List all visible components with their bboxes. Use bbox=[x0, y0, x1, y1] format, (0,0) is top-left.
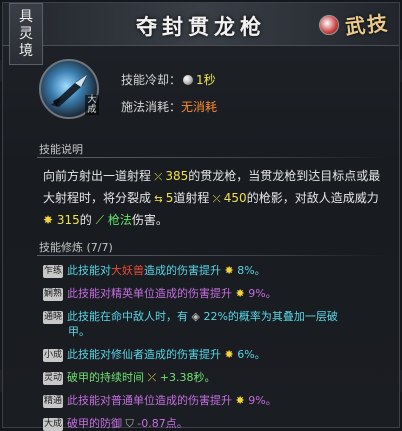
power-icon: ✸ bbox=[43, 213, 57, 227]
cost-value: 无消耗 bbox=[181, 100, 218, 114]
desc-damage-type: 枪法 bbox=[107, 213, 132, 227]
chance-icon: ◈ bbox=[188, 310, 204, 323]
desc-value-range2: 450 bbox=[223, 191, 247, 205]
skill-description: 向前方射出一道射程 ⤫ 385的贯龙枪，当贯龙枪到达目标点或最大射程时，将分裂成… bbox=[43, 166, 389, 231]
title-bar: 夺封贯龙枪 武技 bbox=[3, 3, 399, 46]
realm-tag-char: 具 bbox=[19, 9, 33, 25]
mod-tag: 精通 bbox=[43, 395, 63, 408]
skill-tooltip: 夺封贯龙枪 武技 具 灵 境 大成 技能冷却： 1秒 施法消耗：无消耗 技能说明 … bbox=[2, 2, 400, 431]
mod-row: 大成 破甲的防御 ⛉ -0.87点。 bbox=[43, 416, 188, 431]
desc-text: 向前方射出一道射程 bbox=[43, 169, 152, 183]
desc-value-range: 385 bbox=[165, 169, 189, 183]
mod-value: 9%。 bbox=[248, 287, 277, 300]
divider bbox=[37, 255, 387, 256]
range-icon: ⤫ bbox=[151, 172, 166, 183]
mod-value: 6%。 bbox=[237, 348, 266, 361]
skill-type-label: 武技 bbox=[344, 10, 391, 40]
mod-text: 此技能对 bbox=[67, 264, 111, 277]
realm-tag-char: 境 bbox=[19, 43, 33, 59]
mod-text: 破甲的防御 bbox=[67, 417, 122, 430]
cost-row: 施法消耗：无消耗 bbox=[121, 98, 217, 115]
mod-tag: 娴熟 bbox=[43, 288, 63, 301]
spear-type-icon: ⟋ bbox=[91, 213, 108, 227]
mod-row: 乍练 此技能对大妖兽造成的伤害提升 ✸ 8%。 bbox=[43, 263, 266, 278]
cooldown-row: 技能冷却： 1秒 bbox=[121, 71, 216, 88]
count-icon: ⇆ bbox=[151, 194, 166, 205]
realm-tag-char: 灵 bbox=[19, 26, 33, 42]
mod-row: 灵动 破甲的持续时间 ⤫ +3.38秒。 bbox=[43, 370, 216, 385]
wuji-emblem-icon bbox=[319, 15, 339, 35]
desc-text: 道射程 bbox=[173, 191, 210, 205]
mod-row: 精通 此技能对普通单位造成的伤害提升 ✸ 9%。 bbox=[43, 393, 277, 408]
mod-value: -0.87点。 bbox=[137, 417, 188, 430]
mod-tag: 通晓 bbox=[43, 311, 63, 324]
power-icon: ✸ bbox=[232, 287, 249, 300]
mod-value: 22%的概率为其叠加一层破 bbox=[203, 310, 338, 323]
cooldown-icon bbox=[183, 75, 194, 85]
skill-rank-label: 大成 bbox=[85, 95, 99, 115]
mod-row: 娴熟 此技能对精英单位造成的伤害提升 ✸ 9%。 bbox=[43, 286, 277, 301]
mod-row: 通晓 此技能在命中敌人时，有 ◈ 22%的概率为其叠加一层破 甲。 bbox=[43, 309, 338, 339]
mod-tag: 小成 bbox=[43, 349, 63, 362]
mod-keyword: 大妖兽 bbox=[111, 264, 144, 277]
mod-text: 破甲的持续时间 bbox=[67, 371, 144, 384]
cooldown-label: 技能冷却： bbox=[121, 73, 182, 87]
desc-value-power: 315 bbox=[56, 213, 80, 227]
desc-text: 的 bbox=[79, 213, 92, 227]
mod-row: 小成 此技能对修仙者造成的伤害提升 ✸ 6%。 bbox=[43, 347, 266, 362]
mod-value: 9%。 bbox=[248, 394, 277, 407]
power-icon: ✸ bbox=[221, 348, 238, 361]
mod-text: 此技能对精英单位造成的伤害提升 bbox=[67, 287, 232, 300]
realm-tag: 具 灵 境 bbox=[9, 3, 43, 65]
mod-tag: 灵动 bbox=[43, 372, 63, 385]
mod-tag: 大成 bbox=[43, 418, 63, 431]
mod-text: 此技能对普通单位造成的伤害提升 bbox=[67, 394, 232, 407]
duration-icon: ⤫ bbox=[144, 371, 160, 384]
mod-tag: 乍练 bbox=[43, 265, 63, 278]
mod-text: 此技能在命中敌人时，有 bbox=[67, 310, 188, 323]
mod-text: 造成的伤害提升 bbox=[144, 264, 221, 277]
cost-label: 施法消耗： bbox=[121, 100, 182, 114]
description-heading: 技能说明 bbox=[39, 143, 83, 156]
mods-heading: 技能修炼 (7/7) bbox=[39, 241, 113, 254]
mod-text: 此技能对修仙者造成的伤害提升 bbox=[67, 348, 221, 361]
shield-icon: ⛉ bbox=[122, 417, 138, 430]
cooldown-value: 1秒 bbox=[196, 73, 216, 87]
mod-value: 8%。 bbox=[237, 264, 266, 277]
desc-text: 的枪影，对敌人造成威力 bbox=[246, 191, 379, 205]
mod-value: +3.38秒。 bbox=[159, 371, 216, 384]
mod-text: 甲。 bbox=[68, 325, 90, 338]
desc-text: 伤害。 bbox=[131, 213, 168, 227]
divider bbox=[37, 157, 387, 158]
range-icon: ⤫ bbox=[209, 194, 224, 205]
skill-type-badge: 武技 bbox=[319, 5, 395, 45]
power-icon: ✸ bbox=[221, 264, 238, 277]
power-icon: ✸ bbox=[232, 394, 249, 407]
